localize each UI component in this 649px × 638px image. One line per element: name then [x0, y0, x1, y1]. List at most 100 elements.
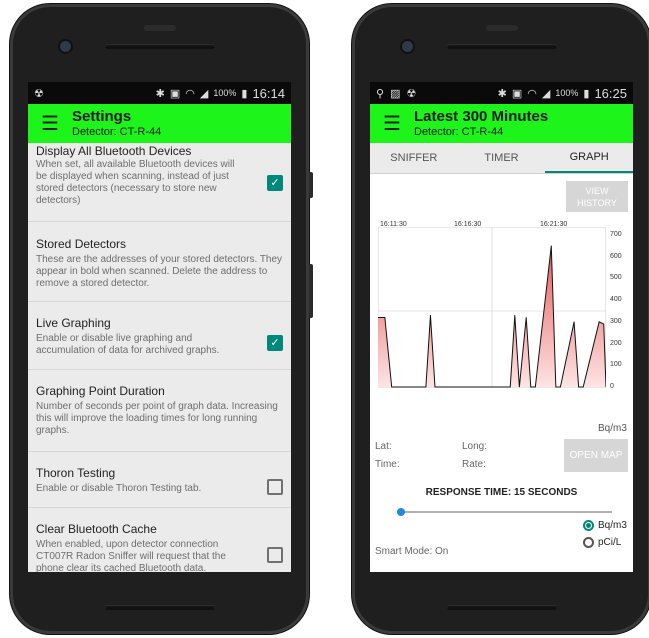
y-tick-label: 0 — [610, 383, 614, 390]
data-point — [530, 386, 532, 388]
settings-list: Display All Bluetooth Devices When set, … — [28, 143, 291, 572]
radio-pci-l-button[interactable] — [583, 537, 594, 548]
battery-icon: ▮ — [583, 87, 590, 100]
bottom-speaker — [105, 605, 215, 610]
detector-subtitle: Detector: CT-R-44 — [72, 126, 162, 138]
setting-description: Enable or disable Thoron Testing tab. — [36, 483, 202, 494]
setting-clear-bluetooth-cache[interactable]: Clear Bluetooth Cache When enabled, upon… — [28, 508, 291, 572]
long-label: Long: — [462, 441, 488, 452]
tab-bar: SNIFFER TIMER GRAPH — [370, 143, 633, 174]
response-time-slider-track[interactable] — [402, 511, 612, 513]
app-bar: ☰ Latest 300 Minutes Detector: CT-R-44 — [370, 104, 633, 143]
volume-button — [309, 264, 313, 318]
power-button — [309, 172, 313, 198]
setting-description: Enable or disable live graphing and accu… — [36, 333, 220, 356]
radio-bq-m3-button[interactable] — [583, 520, 594, 531]
data-point — [384, 317, 386, 318]
bluetooth-icon: ✱ — [155, 87, 165, 100]
smart-mode-label: Smart Mode: On — [375, 546, 449, 557]
app-bar: ☰ Settings Detector: CT-R-44 — [28, 104, 291, 143]
location-icon: ⚲ — [376, 87, 385, 100]
setting-description: When set, all available Bluetooth device… — [36, 159, 235, 206]
data-point — [560, 386, 561, 388]
setting-title: Thoron Testing — [36, 466, 116, 480]
earpiece — [144, 25, 176, 31]
display-all-bluetooth-checkbox[interactable]: ✓ — [267, 174, 283, 191]
thoron-testing-checkbox[interactable] — [267, 478, 283, 495]
clear-bluetooth-cache-checkbox[interactable] — [267, 547, 283, 563]
hamburger-menu-icon[interactable]: ☰ — [28, 111, 72, 136]
status-bar: ☢ ✱ ▣ ◠ ◢ 100% ▮ 16:14 — [28, 82, 291, 104]
data-point — [573, 321, 575, 323]
detector-subtitle: Detector: CT-R-44 — [414, 126, 504, 138]
hamburger-menu-icon[interactable]: ☰ — [370, 111, 414, 136]
radio-pci-l-label: pCi/L — [598, 537, 622, 548]
data-point — [534, 386, 536, 388]
response-time-slider-thumb[interactable] — [397, 508, 405, 516]
data-point — [603, 323, 605, 325]
y-tick-label: 100 — [610, 361, 622, 369]
y-tick-label: 300 — [610, 317, 622, 325]
page-title: Settings — [72, 108, 132, 125]
data-point — [425, 386, 427, 388]
bottom-speaker — [447, 605, 557, 610]
setting-title: Clear Bluetooth Cache — [36, 522, 157, 536]
tab-timer[interactable]: TIMER — [458, 143, 546, 173]
data-point — [550, 245, 552, 247]
radio-pci-l[interactable]: pCi/L — [583, 537, 621, 548]
graph-panel: VIEW HISTORY 16:11:30 16:16:30 16:21:30 … — [370, 174, 633, 572]
bluetooth-icon: ✱ — [497, 87, 507, 100]
setting-graphing-point-duration[interactable]: Graphing Point Duration Number of second… — [28, 370, 291, 452]
setting-title: Display All Bluetooth Devices — [36, 144, 192, 158]
view-history-button[interactable]: VIEW HISTORY — [566, 181, 628, 212]
status-time: 16:14 — [252, 85, 285, 101]
left-phone: ☢ ✱ ▣ ◠ ◢ 100% ▮ 16:14 ☰ Settings Detect… — [10, 4, 313, 634]
setting-description: Number of seconds per point of graph dat… — [36, 401, 278, 436]
rate-label: Rate: — [462, 459, 486, 470]
status-bar: ⚲ ▨ ☢ ✱ ▣ ◠ ◢ 100% ▮ 16:25 — [370, 82, 633, 104]
time-label: Time: — [375, 459, 400, 470]
data-point — [430, 314, 431, 316]
status-time: 16:25 — [594, 85, 627, 101]
battery-icon: ▮ — [241, 87, 248, 100]
radio-bq-m3[interactable]: Bq/m3 — [583, 520, 627, 531]
tab-graph[interactable]: GRAPH — [545, 143, 633, 173]
radiation-icon: ☢ — [34, 87, 44, 100]
setting-live-graphing[interactable]: Live Graphing Enable or disable live gra… — [28, 302, 291, 370]
radon-chart — [378, 227, 606, 388]
data-point — [525, 317, 527, 318]
open-map-button[interactable]: OPEN MAP — [564, 439, 628, 472]
right-phone: ⚲ ▨ ☢ ✱ ▣ ◠ ◢ 100% ▮ 16:25 ☰ Latest 300 … — [352, 4, 649, 634]
front-camera — [402, 41, 413, 52]
image-icon: ▨ — [390, 87, 401, 100]
wifi-icon: ◠ — [185, 87, 195, 100]
y-tick-label: 500 — [610, 274, 622, 282]
lat-label: Lat: — [375, 441, 392, 452]
setting-thoron-testing[interactable]: Thoron Testing Enable or disable Thoron … — [28, 452, 291, 508]
tab-sniffer[interactable]: SNIFFER — [370, 143, 458, 173]
earpiece — [486, 25, 518, 31]
live-graphing-checkbox[interactable]: ✓ — [267, 334, 283, 351]
setting-description: These are the addresses of your stored d… — [36, 254, 283, 289]
y-tick-label: 600 — [610, 252, 622, 260]
response-time-label: RESPONSE TIME: 15 SECONDS — [425, 487, 578, 498]
nfc-icon: ▣ — [169, 87, 181, 100]
data-point — [598, 321, 600, 323]
top-speaker — [447, 44, 557, 49]
data-point — [518, 386, 520, 388]
setting-display-all-bluetooth[interactable]: Display All Bluetooth Devices When set, … — [28, 143, 291, 222]
battery-percent: 100% — [213, 88, 237, 98]
setting-title: Stored Detectors — [36, 237, 127, 251]
y-tick-label: 200 — [610, 339, 622, 347]
wifi-icon: ◠ — [527, 87, 537, 100]
y-tick-label: 700 — [610, 231, 622, 238]
battery-percent: 100% — [555, 88, 579, 98]
signal-icon: ◢ — [199, 87, 209, 100]
graph-screen: ⚲ ▨ ☢ ✱ ▣ ◠ ◢ 100% ▮ 16:25 ☰ Latest 300 … — [370, 82, 633, 572]
setting-description: When enabled, upon detector connection C… — [36, 539, 226, 572]
setting-stored-detectors[interactable]: Stored Detectors These are the addresses… — [28, 222, 291, 302]
front-camera — [60, 41, 71, 52]
data-point — [514, 314, 516, 316]
page-title: Latest 300 Minutes — [414, 108, 549, 125]
top-speaker — [105, 44, 215, 49]
